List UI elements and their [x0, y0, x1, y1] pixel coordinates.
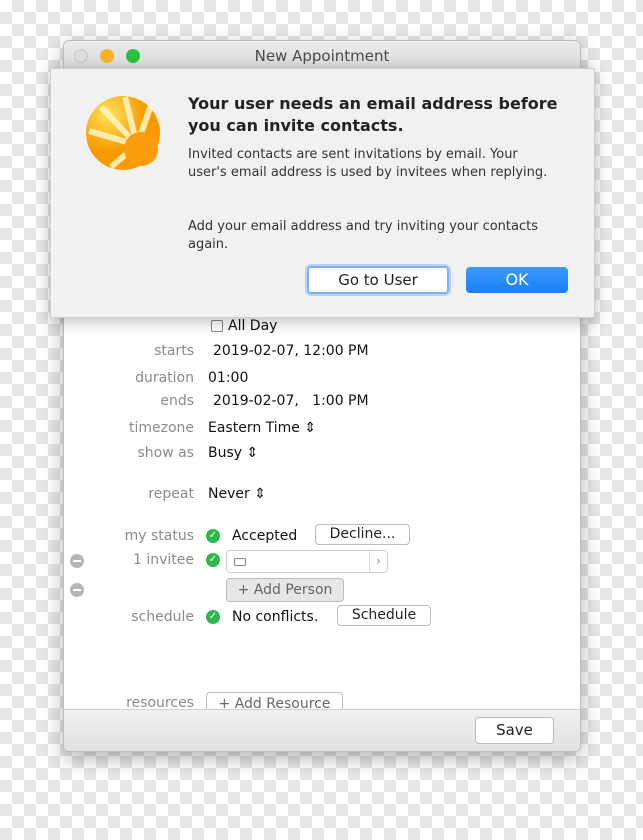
- check-icon: ✓: [206, 529, 220, 543]
- schedule-value: No conflicts.: [232, 609, 319, 625]
- repeat-select[interactable]: Never ⇕: [208, 486, 266, 502]
- timezone-label: timezone: [128, 420, 194, 436]
- zoom-button[interactable]: [126, 49, 140, 63]
- ends-label: ends: [160, 393, 194, 409]
- updown-icon: ⇕: [246, 445, 259, 461]
- minimize-button[interactable]: [100, 49, 114, 63]
- chevron-right-icon[interactable]: ›: [369, 551, 387, 572]
- alert-sheet: Your user needs an email address before …: [50, 68, 595, 318]
- showas-select[interactable]: Busy ⇕: [208, 445, 258, 461]
- check-icon: ✓: [206, 553, 220, 567]
- invitee-field[interactable]: ›: [226, 550, 388, 573]
- mystatus-label: my status: [124, 528, 194, 544]
- ok-button[interactable]: OK: [466, 267, 568, 293]
- repeat-label: repeat: [148, 486, 194, 502]
- add-person-label: Add Person: [253, 582, 333, 598]
- footer-bar: Save: [64, 709, 580, 751]
- updown-icon: ⇕: [304, 420, 317, 436]
- timezone-value: Eastern Time: [208, 420, 300, 436]
- all-day-label: All Day: [228, 318, 278, 334]
- updown-icon: ⇕: [254, 486, 266, 502]
- showas-value: Busy: [208, 445, 243, 461]
- add-person-button[interactable]: + Add Person: [226, 578, 344, 602]
- alert-message: Invited contacts are sent invitations by…: [188, 147, 548, 180]
- contact-card-icon: [234, 558, 246, 566]
- close-button[interactable]: [74, 49, 88, 63]
- repeat-value: Never: [208, 486, 250, 502]
- duration-field[interactable]: 01:00: [208, 370, 248, 386]
- starts-field[interactable]: 2019-02-07, 12:00 PM: [213, 343, 369, 359]
- duration-label: duration: [135, 370, 194, 386]
- all-day-checkbox[interactable]: [211, 320, 223, 332]
- schedule-button[interactable]: Schedule: [337, 605, 431, 626]
- decline-button[interactable]: Decline...: [315, 524, 410, 545]
- schedule-label: schedule: [131, 609, 194, 625]
- go-to-user-button[interactable]: Go to User: [307, 266, 449, 294]
- check-icon: ✓: [206, 610, 220, 624]
- timezone-select[interactable]: Eastern Time ⇕: [208, 420, 316, 436]
- plus-icon: +: [237, 582, 250, 598]
- showas-label: show as: [137, 445, 194, 461]
- title-bar: New Appointment: [64, 41, 580, 71]
- invitee-label: 1 invitee: [132, 552, 194, 568]
- save-button[interactable]: Save: [475, 717, 554, 744]
- ends-field[interactable]: 2019-02-07, 1:00 PM: [213, 393, 369, 409]
- starts-label: starts: [154, 343, 194, 359]
- alert-message-2: Add your email address and try inviting …: [188, 219, 538, 252]
- app-logo-icon: [86, 96, 160, 170]
- remove-icon[interactable]: [70, 554, 84, 568]
- mystatus-value: Accepted: [232, 528, 298, 544]
- alert-title: Your user needs an email address before …: [188, 94, 558, 135]
- remove-icon[interactable]: [70, 583, 84, 597]
- window-title: New Appointment: [254, 47, 390, 65]
